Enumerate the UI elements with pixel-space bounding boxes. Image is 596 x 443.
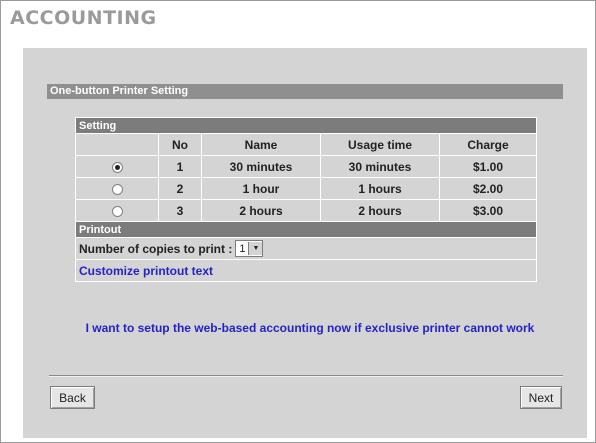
row-charge: $3.00 <box>439 199 537 222</box>
row-usage-time: 1 hours <box>320 177 440 200</box>
next-button[interactable]: Next <box>520 386 562 409</box>
column-header-usage-time: Usage time <box>320 133 440 156</box>
row-usage-time: 2 hours <box>320 199 440 222</box>
row-no: 1 <box>158 155 202 178</box>
copies-label: Number of copies to print : <box>79 241 233 256</box>
table-row: 2 1 hour 1 hours $2.00 <box>75 177 537 200</box>
row-name: 2 hours <box>201 199 321 222</box>
option-2-radio[interactable] <box>111 183 123 195</box>
setting-header: Setting <box>75 117 537 134</box>
copies-select-value: 1 <box>239 242 246 255</box>
printout-header: Printout <box>75 221 537 238</box>
table-row: 1 30 minutes 30 minutes $1.00 <box>75 155 537 178</box>
option-3-radio[interactable] <box>111 205 123 217</box>
customize-row: Customize printout text <box>75 259 537 282</box>
row-no: 2 <box>158 177 202 200</box>
column-header-charge: Charge <box>439 133 537 156</box>
back-button[interactable]: Back <box>50 386 95 409</box>
copies-row: Number of copies to print : 1 ▼ <box>75 237 537 260</box>
column-header-select <box>75 133 159 156</box>
setting-table: Setting No Name Usage time Charge 1 30 m… <box>75 117 537 282</box>
row-charge: $1.00 <box>439 155 537 178</box>
row-no: 3 <box>158 199 202 222</box>
section-title: One-button Printer Setting <box>47 84 563 99</box>
row-usage-time: 30 minutes <box>320 155 440 178</box>
divider <box>49 375 563 377</box>
customize-printout-link[interactable]: Customize printout text <box>79 264 213 278</box>
radio-cell <box>75 199 159 222</box>
radio-cell <box>75 155 159 178</box>
radio-cell <box>75 177 159 200</box>
table-row: 3 2 hours 2 hours $3.00 <box>75 199 537 222</box>
option-1-radio[interactable] <box>111 161 123 173</box>
chevron-down-icon: ▼ <box>248 242 263 255</box>
page-title: ACCOUNTING <box>10 7 157 29</box>
column-header-no: No <box>158 133 202 156</box>
web-accounting-link[interactable]: I want to setup the web-based accounting… <box>55 320 565 336</box>
column-header-name: Name <box>201 133 321 156</box>
copies-select[interactable]: 1 ▼ <box>235 240 264 257</box>
row-name: 30 minutes <box>201 155 321 178</box>
row-name: 1 hour <box>201 177 321 200</box>
row-charge: $2.00 <box>439 177 537 200</box>
